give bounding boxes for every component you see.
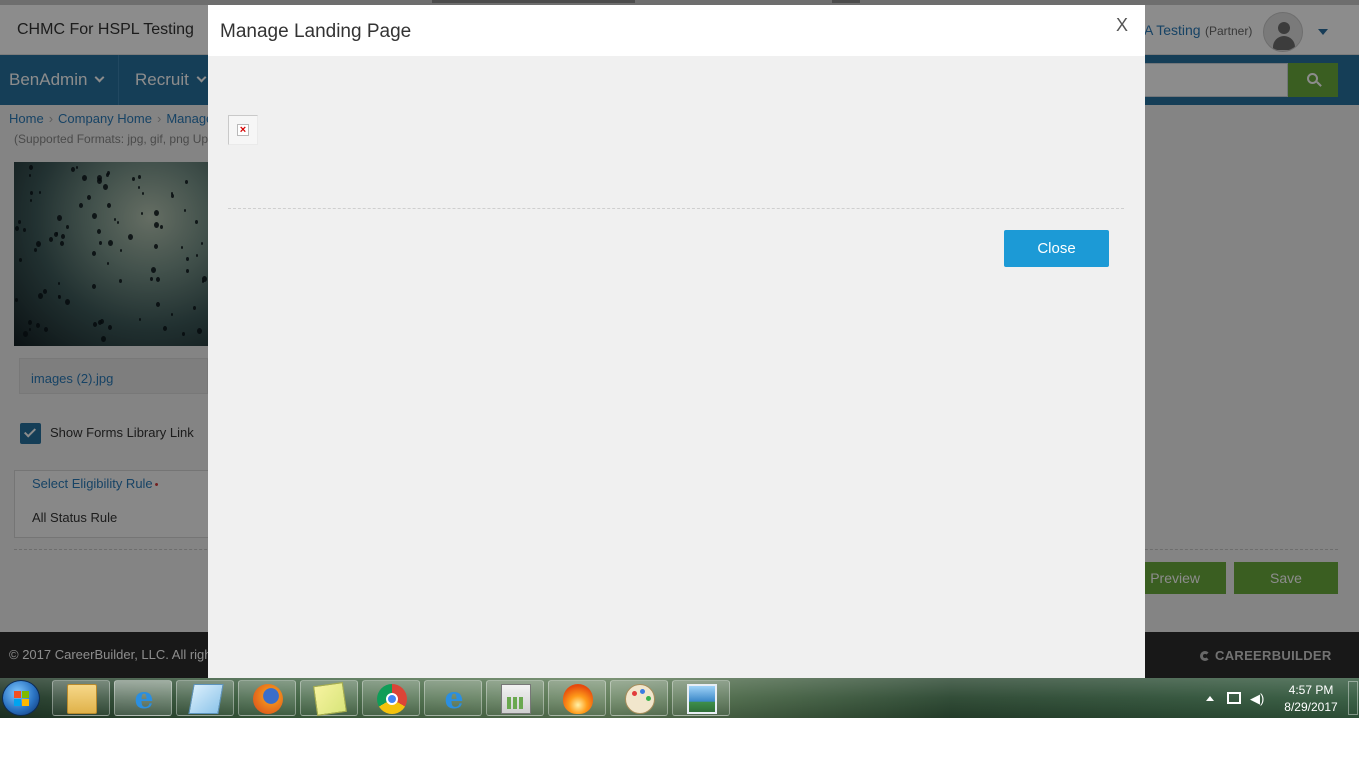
clock-time[interactable]: 4:57 PM [1286, 683, 1336, 697]
taskbar-internet-explorer-2[interactable]: e [424, 680, 482, 716]
taskbar-fire-app[interactable] [548, 680, 606, 716]
modal-title: Manage Landing Page [220, 21, 412, 42]
show-desktop-button[interactable] [1348, 681, 1358, 715]
volume-icon[interactable]: ◀) [1250, 691, 1264, 707]
action-center-icon[interactable] [1227, 692, 1241, 704]
screen: CHMC For HSPL Testing A Testing (Partner… [0, 0, 1366, 768]
taskbar-firefox[interactable] [238, 680, 296, 716]
taskbar-internet-explorer[interactable]: e [114, 680, 172, 716]
picture-icon [687, 684, 717, 714]
clock-date[interactable]: 8/29/2017 [1278, 700, 1344, 714]
show-hidden-icons-icon[interactable] [1206, 696, 1214, 701]
close-icon[interactable]: X [1116, 15, 1128, 36]
chrome-icon [377, 684, 407, 714]
firefox-icon [253, 684, 283, 714]
notepad-icon [188, 684, 224, 714]
sticky-notes-icon [313, 682, 347, 716]
internet-explorer-icon: e [134, 681, 154, 716]
system-tray: ◀) 4:57 PM 8/29/2017 [1200, 678, 1359, 718]
taskbar-sticky-notes[interactable] [300, 680, 358, 716]
flame-icon [563, 684, 593, 714]
calculator-icon [501, 684, 531, 714]
palette-icon [625, 684, 655, 714]
folder-icon [67, 684, 97, 714]
taskbar-paint[interactable] [610, 680, 668, 716]
taskbar-chrome[interactable] [362, 680, 420, 716]
modal-divider [228, 208, 1124, 209]
windows-logo-icon [14, 691, 30, 707]
start-button[interactable] [2, 680, 40, 716]
taskbar-explorer[interactable] [52, 680, 110, 716]
close-button[interactable]: Close [1004, 230, 1109, 267]
taskbar-picture-viewer[interactable] [672, 680, 730, 716]
broken-image-icon: × [228, 115, 258, 145]
modal-header: Manage Landing Page X [208, 5, 1145, 56]
internet-explorer-icon: e [444, 681, 464, 716]
manage-landing-page-modal: Manage Landing Page X × Close [208, 5, 1145, 678]
taskbar-tools[interactable] [486, 680, 544, 716]
taskbar-notepad[interactable] [176, 680, 234, 716]
window-edge [1359, 0, 1366, 718]
